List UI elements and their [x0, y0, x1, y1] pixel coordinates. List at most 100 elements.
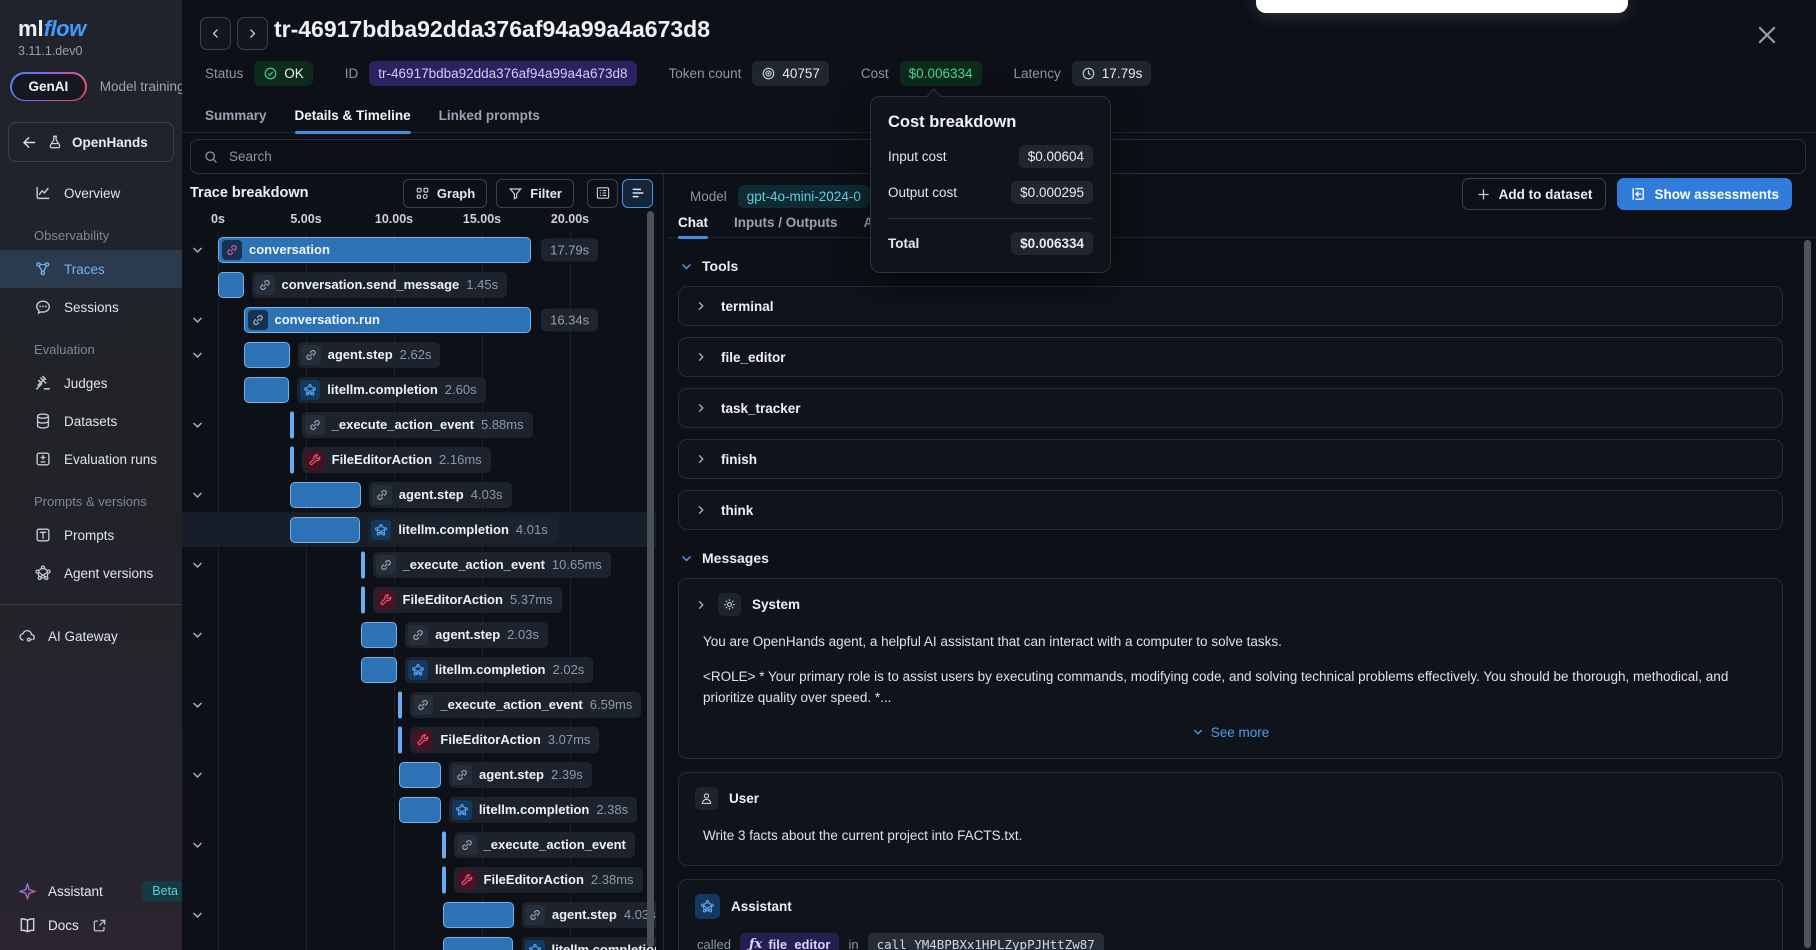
span-label-chip[interactable]: litellm.completion2.60s: [297, 377, 485, 403]
span-label-chip[interactable]: agent.step2.39s: [449, 762, 592, 788]
workspace-selector[interactable]: OpenHands: [8, 122, 174, 162]
span-label-chip[interactable]: _execute_action_event5.88ms: [302, 412, 533, 438]
span-label-chip[interactable]: agent.step2.03s: [405, 622, 548, 648]
chevron-down-icon[interactable]: [191, 908, 204, 921]
trace-span-row[interactable]: _execute_action_event: [182, 827, 656, 862]
span-label-chip[interactable]: FileEditorAction2.16ms: [302, 447, 491, 473]
sidebar-item-traces[interactable]: Traces: [0, 250, 182, 288]
span-tick[interactable]: [442, 831, 446, 858]
span-bar[interactable]: [361, 622, 397, 648]
chevron-down-icon[interactable]: [191, 243, 204, 256]
span-bar[interactable]: [218, 272, 244, 298]
sidebar-item-prompts[interactable]: Prompts: [0, 516, 182, 554]
span-bar[interactable]: [244, 342, 290, 368]
trace-span-row[interactable]: FileEditorAction2.38ms: [182, 862, 656, 897]
sidebar-item-overview[interactable]: Overview: [0, 174, 182, 212]
chevron-down-icon[interactable]: [191, 698, 204, 711]
span-tick[interactable]: [290, 411, 294, 438]
sidebar-item-agent-versions[interactable]: Agent versions: [0, 554, 182, 592]
trace-span-row[interactable]: agent.step2.39s: [182, 757, 656, 792]
span-label-chip[interactable]: litellm.completion2.02s: [405, 657, 593, 683]
span-bar[interactable]: [443, 902, 514, 928]
tab-model-training[interactable]: Model training: [100, 79, 182, 94]
tool-card-think[interactable]: think: [678, 490, 1783, 530]
span-tick[interactable]: [442, 866, 446, 893]
span-label-chip[interactable]: agent.step4.03s: [522, 902, 656, 928]
span-label-chip[interactable]: FileEditorAction3.07ms: [410, 727, 599, 753]
span-tick[interactable]: [290, 446, 294, 473]
trace-span-row[interactable]: litellm.completion2.38s: [182, 792, 656, 827]
close-icon[interactable]: [1754, 22, 1780, 48]
span-bar[interactable]: [244, 377, 290, 403]
trace-span-row[interactable]: conversation.send_message1.45s: [182, 267, 656, 302]
timeline-view-toggle[interactable]: [622, 179, 653, 208]
trace-span-row[interactable]: FileEditorAction3.07ms: [182, 722, 656, 757]
chevron-down-icon[interactable]: [191, 768, 204, 781]
span-tick[interactable]: [361, 586, 365, 613]
chevron-down-icon[interactable]: [191, 558, 204, 571]
messages-section-toggle[interactable]: Messages: [680, 550, 1783, 566]
trace-span-row[interactable]: litellm.completion4.01s: [182, 932, 656, 950]
tab-genai[interactable]: GenAI: [10, 72, 87, 101]
span-label-chip[interactable]: FileEditorAction5.37ms: [373, 587, 562, 613]
trace-span-row[interactable]: conversation.run16.34s: [182, 302, 656, 337]
span-label-chip[interactable]: FileEditorAction2.38ms: [454, 867, 643, 893]
model-badge[interactable]: gpt-4o-mini-2024-0: [738, 185, 870, 208]
sidebar-item-assistant[interactable]: Assistant Beta: [0, 874, 182, 908]
sidebar-item-evaluation-runs[interactable]: Evaluation runs: [0, 440, 182, 478]
span-label-chip[interactable]: litellm.completion4.01s: [368, 517, 556, 543]
trace-span-row[interactable]: agent.step2.62s: [182, 337, 656, 372]
span-bar[interactable]: [361, 657, 397, 683]
span-label-chip[interactable]: agent.step4.03s: [369, 482, 512, 508]
back-arrow-icon[interactable]: [21, 134, 38, 151]
tool-card-terminal[interactable]: terminal: [678, 286, 1783, 326]
chevron-down-icon[interactable]: [191, 313, 204, 326]
span-label-chip[interactable]: agent.step2.62s: [298, 342, 441, 368]
span-label-chip[interactable]: conversation.send_message1.45s: [252, 272, 508, 298]
sidebar-item-ai-gateway[interactable]: AI Gateway: [0, 617, 182, 655]
tool-badge[interactable]: ƒx file_editor: [740, 933, 839, 950]
chevron-down-icon[interactable]: [191, 418, 204, 431]
trace-span-row[interactable]: litellm.completion2.60s: [182, 372, 656, 407]
trace-span-row[interactable]: FileEditorAction5.37ms: [182, 582, 656, 617]
trace-span-row[interactable]: _execute_action_event5.88ms: [182, 407, 656, 442]
trace-span-row[interactable]: conversation17.79s: [182, 232, 656, 267]
span-label-chip[interactable]: litellm.completion4.01s: [522, 937, 657, 950]
trace-span-row[interactable]: agent.step4.03s: [182, 897, 656, 932]
sidebar-item-docs[interactable]: Docs: [0, 908, 182, 942]
chevron-down-icon[interactable]: [191, 628, 204, 641]
tool-card-task_tracker[interactable]: task_tracker: [678, 388, 1783, 428]
trace-span-row[interactable]: agent.step2.03s: [182, 617, 656, 652]
span-tick[interactable]: [398, 726, 402, 753]
sidebar-item-datasets[interactable]: Datasets: [0, 402, 182, 440]
show-assessments-button[interactable]: Show assessments: [1617, 178, 1792, 210]
see-more-link[interactable]: See more: [695, 725, 1766, 740]
detail-view-toggle[interactable]: [587, 179, 618, 208]
trace-span-row[interactable]: _execute_action_event6.59ms: [182, 687, 656, 722]
detail-panel-scrollbar[interactable]: [1804, 240, 1811, 948]
next-trace-button[interactable]: [237, 17, 268, 50]
span-tick[interactable]: [361, 551, 365, 578]
span-bar[interactable]: conversation: [218, 237, 531, 263]
span-bar[interactable]: conversation.run: [244, 307, 532, 333]
span-bar[interactable]: [290, 482, 361, 508]
filter-button[interactable]: Filter: [496, 179, 574, 208]
chevron-down-icon[interactable]: [191, 348, 204, 361]
tool-card-finish[interactable]: finish: [678, 439, 1783, 479]
span-bar[interactable]: [399, 797, 441, 823]
add-to-dataset-button[interactable]: Add to dataset: [1462, 178, 1607, 210]
tool-card-file_editor[interactable]: file_editor: [678, 337, 1783, 377]
chevron-down-icon[interactable]: [191, 488, 204, 501]
trace-span-row[interactable]: agent.step4.03s: [182, 477, 656, 512]
trace-span-row[interactable]: litellm.completion2.02s: [182, 652, 656, 687]
sidebar-item-sessions[interactable]: Sessions: [0, 288, 182, 326]
trace-span-row[interactable]: FileEditorAction2.16ms: [182, 442, 656, 477]
tab-summary[interactable]: Summary: [205, 99, 267, 132]
sidebar-item-judges[interactable]: Judges: [0, 364, 182, 402]
span-label-chip[interactable]: _execute_action_event: [454, 832, 635, 858]
span-bar[interactable]: [290, 517, 361, 543]
span-label-chip[interactable]: litellm.completion2.38s: [449, 797, 637, 823]
tab-inputs-outputs[interactable]: Inputs / Outputs: [734, 207, 838, 237]
tools-section-toggle[interactable]: Tools: [680, 258, 1783, 274]
chevron-right-icon[interactable]: [695, 599, 707, 611]
